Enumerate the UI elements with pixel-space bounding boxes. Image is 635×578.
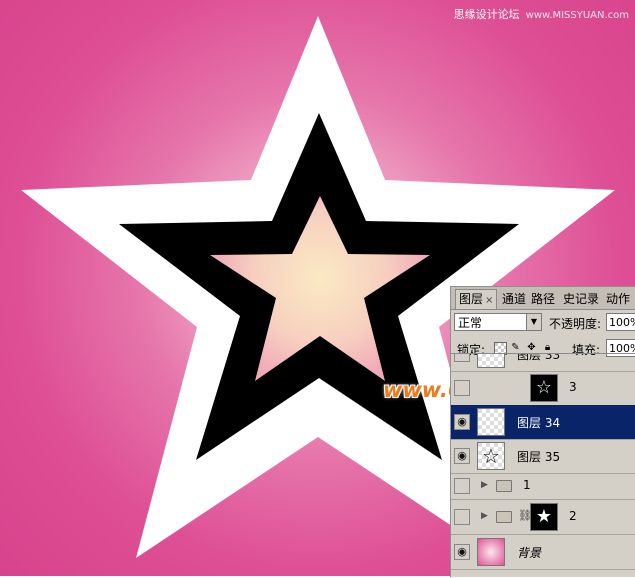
watermark-url: www.MISSYUAN.com [525,10,629,21]
layer-row[interactable]: 背景 [451,535,635,570]
folder-icon [496,511,512,523]
expand-triangle-icon[interactable]: ▶ [481,511,488,521]
star-mask-thumb: ☆ [530,374,558,402]
layer-name: 图层 35 [517,450,561,464]
star-outline-thumb: ☆ [477,442,505,470]
tab-label: 动作 [606,292,631,306]
lock-move-icon[interactable]: ✥ [526,342,537,353]
tab-paths[interactable]: 路径 [528,290,558,309]
layer-thumbnail [477,354,505,368]
layer-name: 图层 33 [517,353,561,362]
visibility-toggle[interactable] [454,509,470,525]
opacity-label: 不透明度: [549,317,602,331]
layers-panel: 图层× 通道 路径 史记录 动作 正常▼ 不透明度: 100% 锁定: ✎ ✥ … [450,286,635,577]
eye-icon[interactable] [454,448,470,464]
blend-mode-select[interactable]: 正常 ▼ [454,313,542,331]
layer-row[interactable]: ☆ 图层 35 [451,439,635,474]
tab-label: 史记录 [563,292,600,306]
layer-row[interactable]: ☆ 3 [451,371,635,406]
blend-row: 正常 ▼ 不透明度: 100% [454,313,635,335]
gradient-thumb [477,538,505,566]
close-icon[interactable]: × [485,295,493,306]
tab-channels[interactable]: 通道 [499,290,529,309]
eye-icon[interactable] [454,414,470,430]
layer-list: 图层 33 ☆ 3 图层 34 ☆ 图层 35 ▶ 1 [451,353,635,578]
layer-name: 2 [569,509,577,523]
folder-icon [496,480,512,492]
eye-icon[interactable] [454,544,470,560]
expand-triangle-icon[interactable]: ▶ [481,480,488,490]
layer-row[interactable]: 图层 34 [451,405,635,440]
layer-name: 图层 34 [517,416,561,430]
tab-label: 通道 [502,292,527,306]
watermark-cn: 思缘设计论坛 [453,8,520,21]
tab-label: 路径 [531,292,556,306]
blend-mode-value: 正常 [458,316,483,330]
tab-history[interactable]: 史记录 [560,290,602,309]
tab-label: 图层 [459,292,484,306]
chevron-down-icon[interactable]: ▼ [526,314,541,330]
layer-group-row[interactable]: ▶ ⛓ ★ 2 [451,500,635,535]
lock-brush-icon[interactable]: ✎ [510,342,521,353]
panel-tabs: 图层 × 通道 路径 史记录 动作 [451,287,635,310]
star-mask-thumb: ★ [530,503,558,531]
layer-group-row[interactable]: ▶ 1 [451,473,635,500]
layer-name: 1 [523,478,531,492]
layer-name: 背景 [517,546,542,560]
visibility-toggle[interactable] [454,380,470,396]
lock-all-icon[interactable]: 🔒︎ [542,342,553,353]
layer-thumbnail [477,408,505,436]
visibility-toggle[interactable] [454,478,470,494]
visibility-toggle[interactable] [454,354,470,362]
site-watermark: 思缘设计论坛 www.MISSYUAN.com [454,6,629,22]
tab-layers[interactable]: 图层 × [455,289,498,309]
opacity-input[interactable]: 100% [606,313,635,331]
tab-actions[interactable]: 动作 [603,290,633,309]
layer-name: 3 [569,380,577,394]
layer-row[interactable]: 图层 33 [451,353,635,372]
